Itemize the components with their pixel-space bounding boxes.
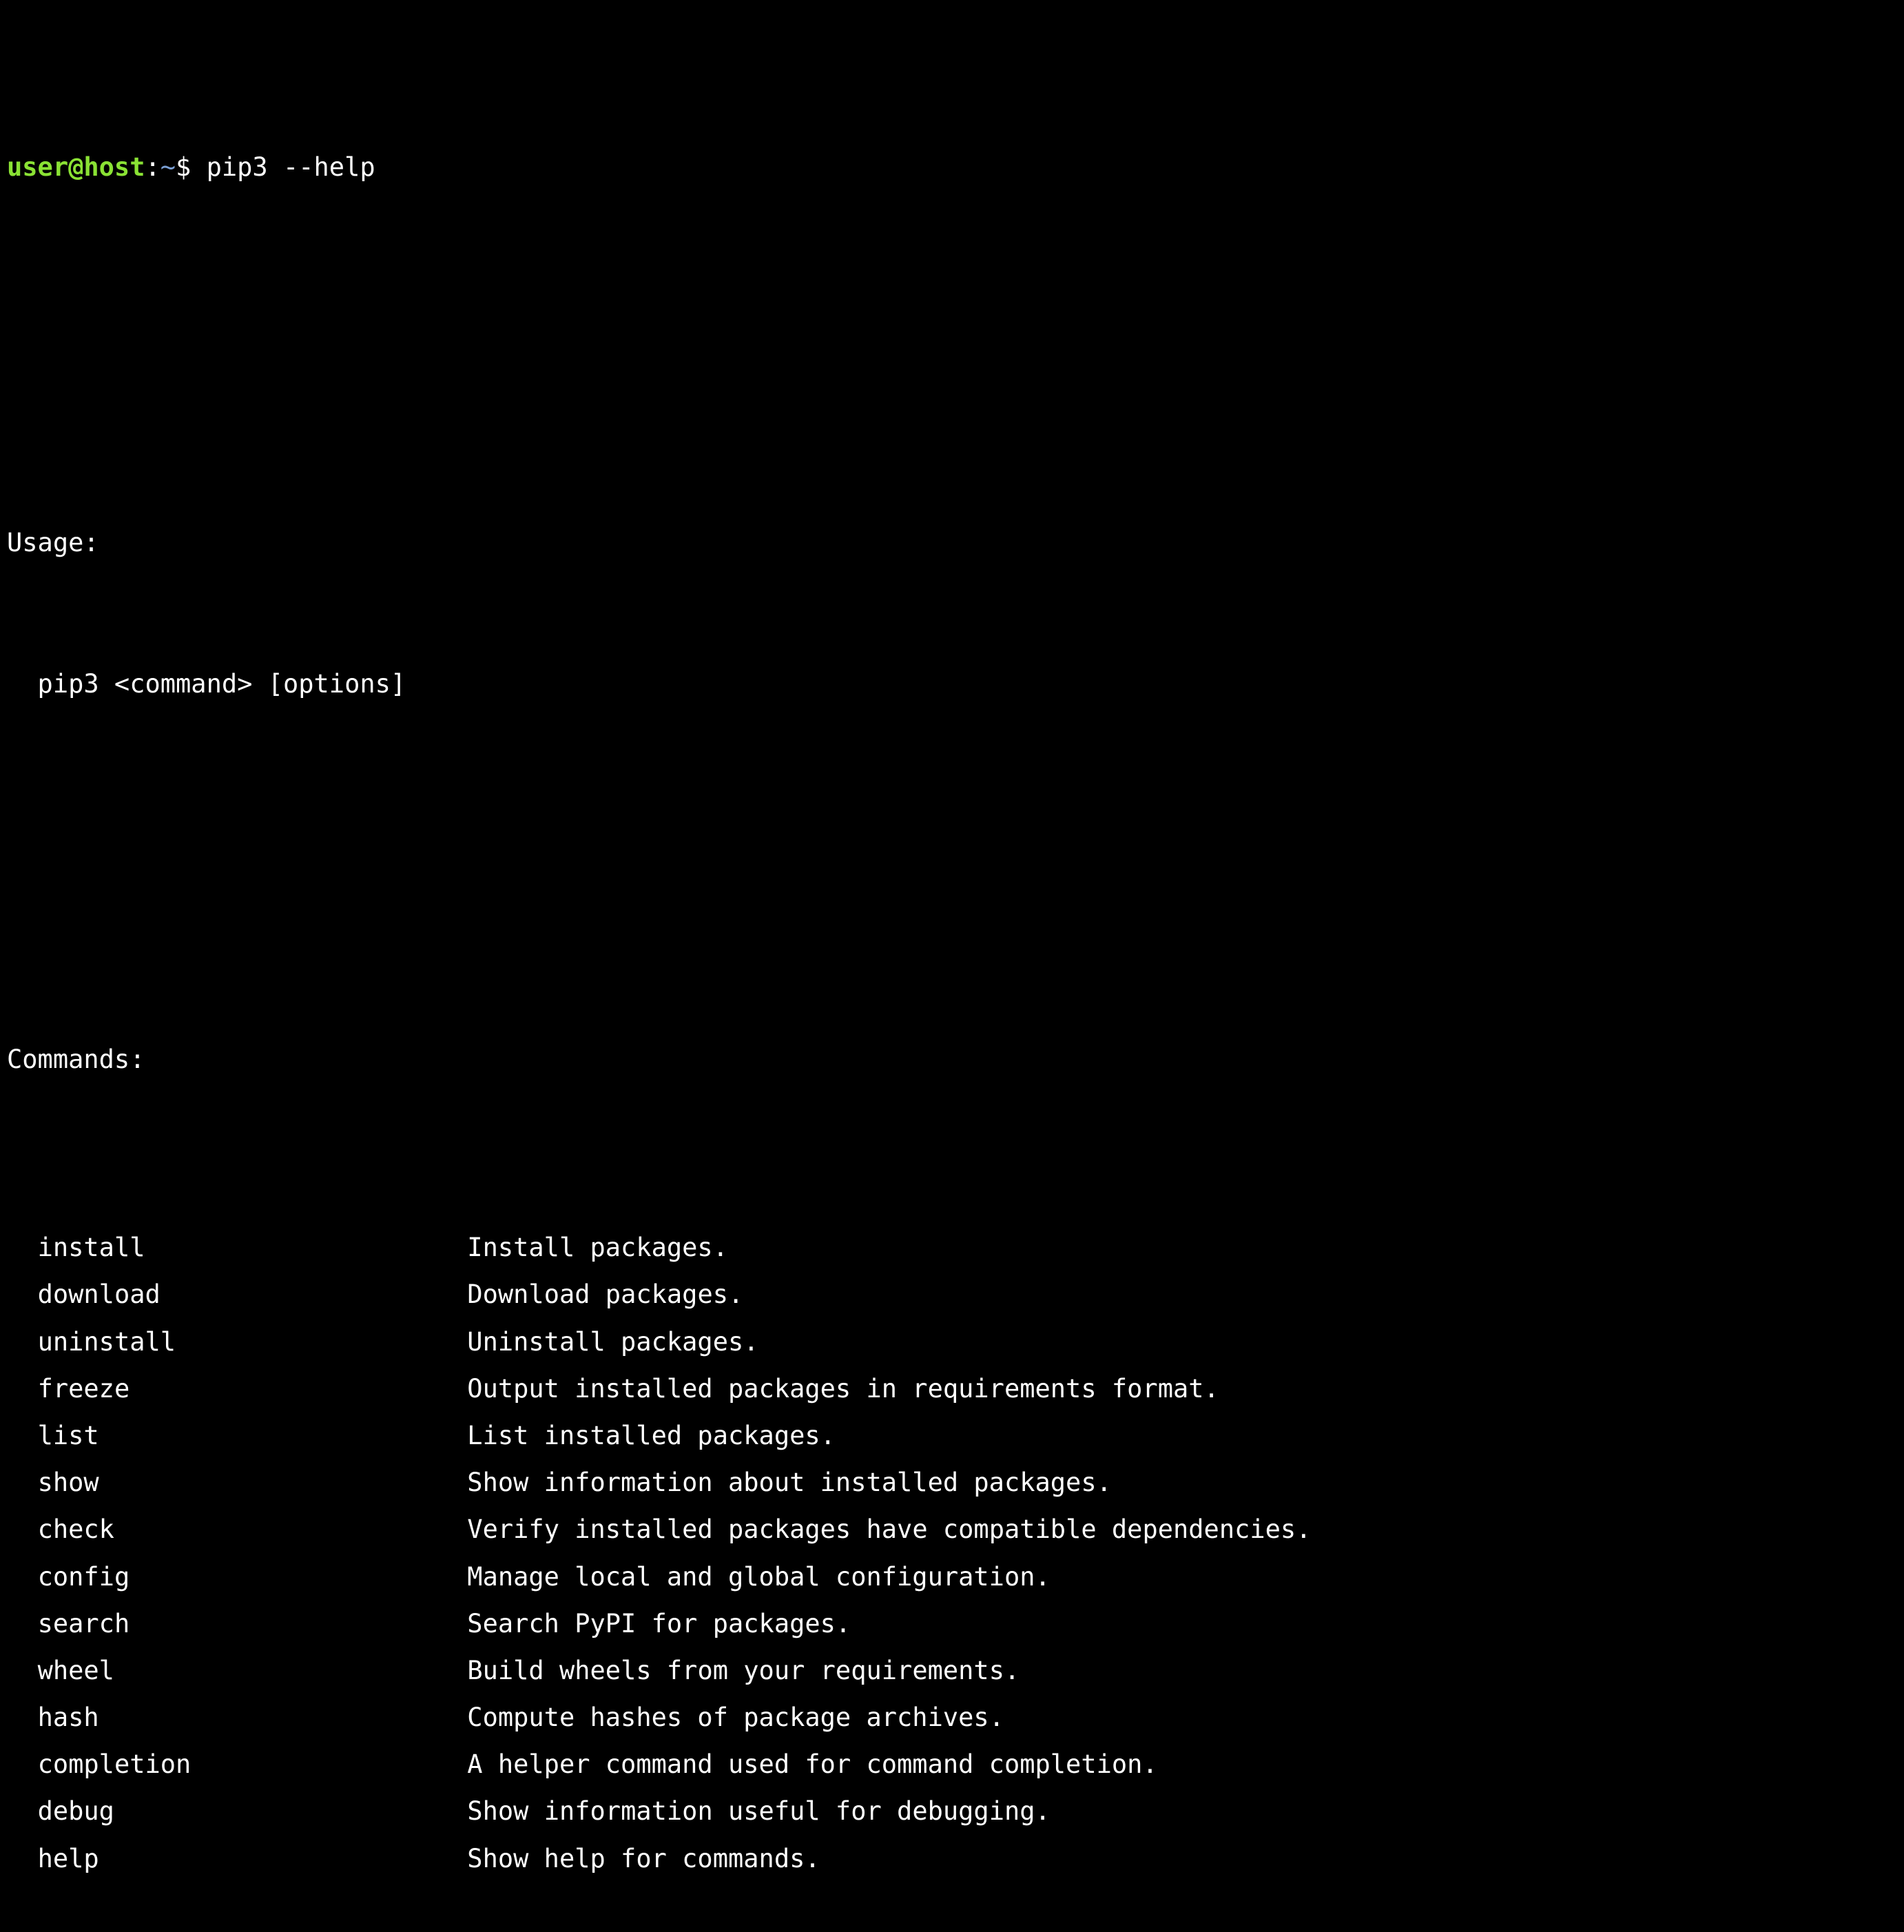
command-row: config Manage local and global configura… xyxy=(7,1554,1904,1601)
command-row: completion A helper command used for com… xyxy=(7,1741,1904,1788)
command-row: wheel Build wheels from your requirement… xyxy=(7,1647,1904,1694)
command-column-gap xyxy=(99,1844,468,1873)
command-column-gap xyxy=(176,1327,467,1357)
command-description: Show help for commands. xyxy=(467,1843,820,1873)
prompt-command: pip3 --help xyxy=(191,152,375,182)
usage-line: pip3 <command> [options] xyxy=(7,668,406,699)
command-indent xyxy=(7,1233,38,1262)
command-name: check xyxy=(37,1514,114,1545)
command-column-gap xyxy=(99,1703,468,1732)
command-name: debug xyxy=(37,1796,114,1827)
command-name: freeze xyxy=(37,1373,130,1404)
command-description: List installed packages. xyxy=(467,1420,836,1450)
command-indent xyxy=(7,1703,38,1732)
prompt-user-host: user@host xyxy=(7,152,145,182)
command-name: search xyxy=(37,1608,130,1638)
command-name: list xyxy=(37,1420,99,1450)
command-name: show xyxy=(37,1468,99,1498)
command-indent xyxy=(7,1421,38,1450)
prompt-line: user@host:~$ pip3 --help xyxy=(7,144,1904,191)
command-description: A helper command used for command comple… xyxy=(467,1749,1158,1780)
command-name: help xyxy=(37,1843,99,1873)
command-indent xyxy=(7,1749,38,1779)
command-column-gap xyxy=(161,1280,468,1309)
command-name: uninstall xyxy=(37,1326,176,1357)
command-indent xyxy=(7,1609,38,1638)
command-row: uninstall Uninstall packages. xyxy=(7,1319,1904,1366)
command-list: install Install packages. download Downl… xyxy=(7,1224,1904,1882)
command-column-gap xyxy=(191,1749,467,1779)
command-row: help Show help for commands. xyxy=(7,1836,1904,1882)
command-indent xyxy=(7,1280,38,1309)
command-row: debug Show information useful for debugg… xyxy=(7,1788,1904,1835)
prompt-path: ~ xyxy=(160,152,176,182)
command-indent xyxy=(7,1374,38,1404)
command-indent xyxy=(7,1562,38,1592)
command-name: config xyxy=(37,1561,130,1592)
terminal-window: user@host:~$ pip3 --help Usage: pip3 <co… xyxy=(0,0,1904,1873)
command-column-gap xyxy=(114,1656,467,1685)
command-row: list List installed packages. xyxy=(7,1412,1904,1459)
command-name: wheel xyxy=(37,1655,114,1685)
prompt-sigil: $ xyxy=(176,152,192,182)
command-description: Search PyPI for packages. xyxy=(467,1608,851,1638)
command-column-gap xyxy=(99,1468,468,1497)
command-name: completion xyxy=(37,1749,192,1780)
command-description: Install packages. xyxy=(467,1233,728,1263)
command-indent xyxy=(7,1656,38,1685)
commands-heading: Commands: xyxy=(7,1045,145,1075)
command-column-gap xyxy=(130,1609,467,1638)
command-description: Show information about installed package… xyxy=(467,1468,1112,1498)
command-row: hash Compute hashes of package archives. xyxy=(7,1694,1904,1741)
command-description: Verify installed packages have compatibl… xyxy=(467,1514,1312,1545)
command-column-gap xyxy=(114,1796,467,1826)
command-indent xyxy=(7,1327,38,1357)
command-description: Download packages. xyxy=(467,1280,744,1310)
command-row: show Show information about installed pa… xyxy=(7,1459,1904,1506)
command-description: Show information useful for debugging. xyxy=(467,1796,1051,1827)
command-indent xyxy=(7,1514,38,1544)
command-row: install Install packages. xyxy=(7,1224,1904,1271)
command-name: hash xyxy=(37,1703,99,1733)
command-column-gap xyxy=(145,1233,468,1262)
command-indent xyxy=(7,1468,38,1497)
prompt-colon: : xyxy=(145,152,161,182)
command-description: Output installed packages in requirement… xyxy=(467,1373,1219,1404)
command-description: Manage local and global configuration. xyxy=(467,1561,1051,1592)
command-indent xyxy=(7,1844,38,1873)
command-row: freeze Output installed packages in requ… xyxy=(7,1366,1904,1412)
usage-heading: Usage: xyxy=(7,528,99,558)
command-column-gap xyxy=(99,1421,468,1450)
command-column-gap xyxy=(130,1562,467,1592)
command-column-gap xyxy=(130,1374,467,1404)
command-row: search Search PyPI for packages. xyxy=(7,1601,1904,1647)
command-description: Build wheels from your requirements. xyxy=(467,1655,1020,1685)
command-row: check Verify installed packages have com… xyxy=(7,1506,1904,1553)
terminal-screen[interactable]: user@host:~$ pip3 --help Usage: pip3 <co… xyxy=(7,3,1904,1873)
command-description: Uninstall packages. xyxy=(467,1326,759,1357)
command-column-gap xyxy=(114,1514,467,1544)
command-name: download xyxy=(37,1280,161,1310)
command-description: Compute hashes of package archives. xyxy=(467,1703,1004,1733)
command-name: install xyxy=(37,1233,145,1263)
command-row: download Download packages. xyxy=(7,1271,1904,1318)
command-indent xyxy=(7,1796,38,1826)
